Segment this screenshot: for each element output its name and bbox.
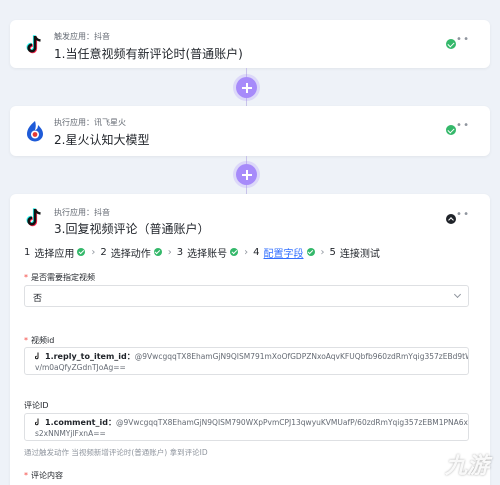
config-stepper: 1 选择应用 › 2 选择动作 › 3 选择账号 › 4 配置字段 › 5 连接…: [24, 245, 383, 260]
reference-key: 1.comment_id: [45, 418, 108, 427]
douyin-logo-icon: [24, 207, 46, 229]
step-config-fields[interactable]: 4 配置字段: [253, 245, 318, 260]
specify-video-select[interactable]: 否: [24, 285, 469, 307]
field-label-video-id: * 视频id: [24, 336, 55, 345]
trigger-step-card[interactable]: 触发应用：抖音 1.当任意视频有新评论时(普通账户) • •: [10, 20, 490, 68]
add-step-button[interactable]: [236, 164, 257, 185]
check-circle-icon: [306, 248, 315, 256]
field-hint: 通过触发动作 当视频新增评论时(普通账户) 拿到评论ID: [24, 448, 208, 457]
card-title: 2.星火认知大模型: [54, 133, 150, 147]
step-connection-test[interactable]: 5 连接测试: [330, 245, 383, 260]
required-mark: *: [24, 471, 28, 480]
card-title: 3.回复视频评论（普通账户）: [54, 222, 210, 236]
required-mark: *: [24, 273, 28, 282]
check-circle-icon: [230, 248, 239, 256]
chevron-right-icon: ›: [91, 246, 96, 258]
add-step-button[interactable]: [236, 77, 257, 98]
video-id-input[interactable]: 1.reply_to_item_id：@9VwcgqqTX8EhamGjN9QI…: [24, 347, 469, 375]
step-select-action[interactable]: 2 选择动作: [100, 245, 165, 260]
more-icon[interactable]: • •: [456, 120, 469, 131]
check-circle-icon: [446, 125, 456, 135]
select-value: 否: [33, 294, 43, 304]
douyin-small-icon: [34, 352, 41, 360]
chevron-right-icon: ›: [244, 246, 249, 258]
chevron-right-icon: ›: [320, 246, 325, 258]
check-circle-icon: [153, 248, 162, 256]
reference-value: @9VwcgqqTX8EhamGjN9QISM791mXoOfGDPZNxoAq…: [134, 352, 469, 361]
step-select-app[interactable]: 1 选择应用: [24, 245, 89, 260]
card-title: 1.当任意视频有新评论时(普通账户): [54, 47, 243, 61]
douyin-logo-icon: [24, 34, 46, 56]
reference-value: @9VwcgqqTX8EhamGjN9QISM790WXpPvmCPJ13qwy…: [115, 418, 469, 427]
field-label-specify-video: * 是否需要指定视频: [24, 273, 95, 282]
card-caption: 触发应用：抖音: [54, 32, 110, 41]
reference-key: 1.reply_to_item_id: [45, 352, 127, 361]
douyin-small-icon: [34, 418, 41, 426]
reference-value-cont: v/m0aQfyZGdnTJoAg==: [35, 363, 126, 372]
action-step-card-spark[interactable]: 执行应用：讯飞星火 2.星火认知大模型 • •: [10, 106, 490, 156]
reference-value-cont: s2xNNMYjlFxnA==: [35, 429, 106, 438]
card-caption: 执行应用：抖音: [54, 208, 110, 217]
card-caption: 执行应用：讯飞星火: [54, 118, 126, 127]
check-circle-icon: [446, 39, 456, 49]
field-label-comment-content: * 评论内容: [24, 471, 63, 480]
more-icon[interactable]: • •: [456, 209, 469, 220]
spark-logo-icon: [24, 120, 46, 142]
collapse-icon[interactable]: [446, 214, 456, 224]
more-icon[interactable]: • •: [456, 34, 469, 45]
chevron-down-icon: [453, 290, 462, 299]
action-step-card-reply: 执行应用：抖音 3.回复视频评论（普通账户） • •: [10, 194, 490, 485]
field-label-comment-id: 评论ID: [24, 401, 49, 410]
check-circle-icon: [77, 248, 86, 256]
comment-id-input[interactable]: 1.comment_id：@9VwcgqqTX8EhamGjN9QISM790W…: [24, 413, 469, 441]
chevron-right-icon: ›: [167, 246, 172, 258]
watermark-logo: 九游: [418, 448, 494, 482]
step-select-account[interactable]: 3 选择账号: [177, 245, 242, 260]
required-mark: *: [24, 336, 28, 345]
